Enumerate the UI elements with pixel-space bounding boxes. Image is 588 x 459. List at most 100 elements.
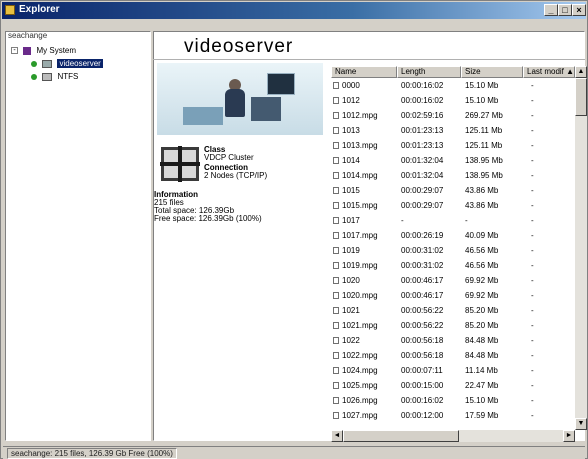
cell-text: 1024.mpg — [342, 366, 378, 375]
file-row[interactable]: 1025.mpg 00:00:15:00 22.47 Mb - — [331, 379, 575, 392]
cell-size: 125.11 Mb — [465, 139, 523, 152]
cell-last-modified: - — [531, 154, 575, 167]
cell-text: 15.10 Mb — [465, 81, 499, 90]
cell-last-modified: - — [531, 229, 575, 242]
cell-text: - — [531, 81, 534, 90]
file-row[interactable]: 1021 00:00:56:22 85.20 Mb - — [331, 304, 575, 317]
file-row[interactable]: 1024.mpg 00:00:07:11 11.14 Mb - — [331, 364, 575, 377]
cell-last-modified: - — [531, 109, 575, 122]
collapse-icon[interactable]: - — [11, 47, 18, 55]
file-row[interactable]: 1022.mpg 00:00:56:18 84.48 Mb - — [331, 349, 575, 362]
column-header-name[interactable]: Name — [331, 66, 397, 78]
cell-length: 00:00:46:17 — [401, 289, 461, 302]
cell-length: 00:00:56:18 — [401, 349, 461, 362]
cell-text: 00:00:16:02 — [401, 81, 444, 90]
minimize-button[interactable]: _ — [544, 4, 558, 16]
scroll-thumb[interactable] — [575, 78, 587, 116]
column-header-size[interactable]: Size — [461, 66, 523, 78]
cell-text: 00:00:26:19 — [401, 231, 444, 240]
cell-length: 00:00:07:11 — [401, 364, 461, 377]
file-row[interactable]: 1013 00:01:23:13 125.11 Mb - — [331, 124, 575, 137]
cell-size: 43.86 Mb — [465, 184, 523, 197]
file-row[interactable]: 1012.mpg 00:02:59:16 269.27 Mb - — [331, 109, 575, 122]
file-row[interactable]: 1026.mpg 00:00:16:02 15.10 Mb - — [331, 394, 575, 407]
cell-text: 00:00:46:17 — [401, 276, 444, 285]
scroll-right-button[interactable]: ► — [563, 430, 575, 442]
file-row[interactable]: 1014.mpg 00:01:32:04 138.95 Mb - — [331, 169, 575, 182]
file-icon — [333, 112, 339, 120]
file-row[interactable]: 1014 00:01:32:04 138.95 Mb - — [331, 154, 575, 167]
tree-pane[interactable] — [5, 31, 151, 441]
cell-length: 00:00:16:02 — [401, 94, 461, 107]
file-row[interactable]: 1015.mpg 00:00:29:07 43.86 Mb - — [331, 199, 575, 212]
title-bar[interactable]: Explorer _ □ × — [2, 2, 586, 19]
cell-size: 85.20 Mb — [465, 304, 523, 317]
file-row[interactable]: 1021.mpg 00:00:56:22 85.20 Mb - — [331, 319, 575, 332]
column-header-length[interactable]: Length — [397, 66, 461, 78]
tree-item-videoserver[interactable]: videoserver — [31, 58, 103, 70]
cell-text: - — [531, 411, 534, 420]
cell-name: 1025.mpg — [331, 379, 397, 392]
cell-text: - — [531, 276, 534, 285]
cell-text: 1020 — [342, 276, 360, 285]
cell-text: 00:01:32:04 — [401, 171, 444, 180]
scroll-down-button[interactable]: ▼ — [575, 418, 587, 430]
tree-item-my-system[interactable]: - My System — [11, 45, 76, 57]
file-row[interactable]: 1015 00:00:29:07 43.86 Mb - — [331, 184, 575, 197]
file-row[interactable]: 1017.mpg 00:00:26:19 40.09 Mb - — [331, 229, 575, 242]
cell-length: 00:00:29:07 — [401, 184, 461, 197]
file-icon — [333, 247, 339, 255]
file-row[interactable]: 1020.mpg 00:00:46:17 69.92 Mb - — [331, 289, 575, 302]
cell-name: 1019 — [331, 244, 397, 257]
scroll-up-button[interactable]: ▲ — [575, 66, 587, 78]
horizontal-scroll-thumb[interactable] — [343, 430, 459, 442]
cell-text: - — [531, 366, 534, 375]
cell-last-modified: - — [531, 274, 575, 287]
cell-text: 1013 — [342, 126, 360, 135]
column-header-last-modified[interactable]: Last modif ▲ — [523, 66, 575, 78]
cell-text: 1015 — [342, 186, 360, 195]
cell-text: 1019 — [342, 246, 360, 255]
cell-length: 00:00:31:02 — [401, 244, 461, 257]
cell-text: 46.56 Mb — [465, 261, 499, 270]
cell-length: 00:00:16:02 — [401, 394, 461, 407]
cell-last-modified: - — [531, 214, 575, 227]
cell-text: 46.56 Mb — [465, 246, 499, 255]
file-row[interactable]: 0000 00:00:16:02 15.10 Mb - — [331, 79, 575, 92]
cell-name: 1017.mpg — [331, 229, 397, 242]
file-row[interactable]: 1020 00:00:46:17 69.92 Mb - — [331, 274, 575, 287]
cell-text: 00:00:16:02 — [401, 396, 444, 405]
close-button[interactable]: × — [572, 4, 586, 16]
cell-text: 00:02:59:16 — [401, 111, 444, 120]
cell-text: 1017.mpg — [342, 231, 378, 240]
cell-length: 00:01:23:13 — [401, 124, 461, 137]
status-dot-icon — [31, 73, 37, 80]
scroll-left-button[interactable]: ◄ — [331, 430, 343, 442]
cell-name: 1017 — [331, 214, 397, 227]
tree-item-ntfs[interactable]: NTFS — [31, 71, 78, 83]
file-row[interactable]: 1019 00:00:31:02 46.56 Mb - — [331, 244, 575, 257]
file-row[interactable]: 1019.mpg 00:00:31:02 46.56 Mb - — [331, 259, 575, 272]
file-row[interactable]: 1022 00:00:56:18 84.48 Mb - — [331, 334, 575, 347]
file-row[interactable]: 1012 00:00:16:02 15.10 Mb - — [331, 94, 575, 107]
cell-text: - — [531, 291, 534, 300]
horizontal-scrollbar[interactable]: ◄ ► — [331, 430, 575, 442]
file-icon — [333, 292, 339, 300]
file-row[interactable]: 1017 - - - — [331, 214, 575, 227]
cell-text: - — [401, 216, 404, 225]
cell-text: 00:00:16:02 — [401, 96, 444, 105]
cell-text: 00:00:56:18 — [401, 336, 444, 345]
file-list[interactable]: Name Length Size Last modif ▲ 0000 00:00:… — [331, 66, 575, 430]
maximize-button[interactable]: □ — [558, 4, 572, 16]
cell-length: 00:00:56:18 — [401, 334, 461, 347]
cell-last-modified: - — [531, 409, 575, 422]
cell-name: 1013 — [331, 124, 397, 137]
file-row[interactable]: 1013.mpg 00:01:23:13 125.11 Mb - — [331, 139, 575, 152]
vertical-scrollbar[interactable]: ▲ ▼ — [575, 66, 587, 430]
cell-length: - — [401, 214, 461, 227]
cell-text: 00:00:07:11 — [401, 366, 443, 375]
file-icon — [333, 382, 339, 390]
cell-text: 00:00:31:02 — [401, 261, 444, 270]
file-row[interactable]: 1027.mpg 00:00:12:00 17.59 Mb - — [331, 409, 575, 422]
cell-text: - — [531, 126, 534, 135]
